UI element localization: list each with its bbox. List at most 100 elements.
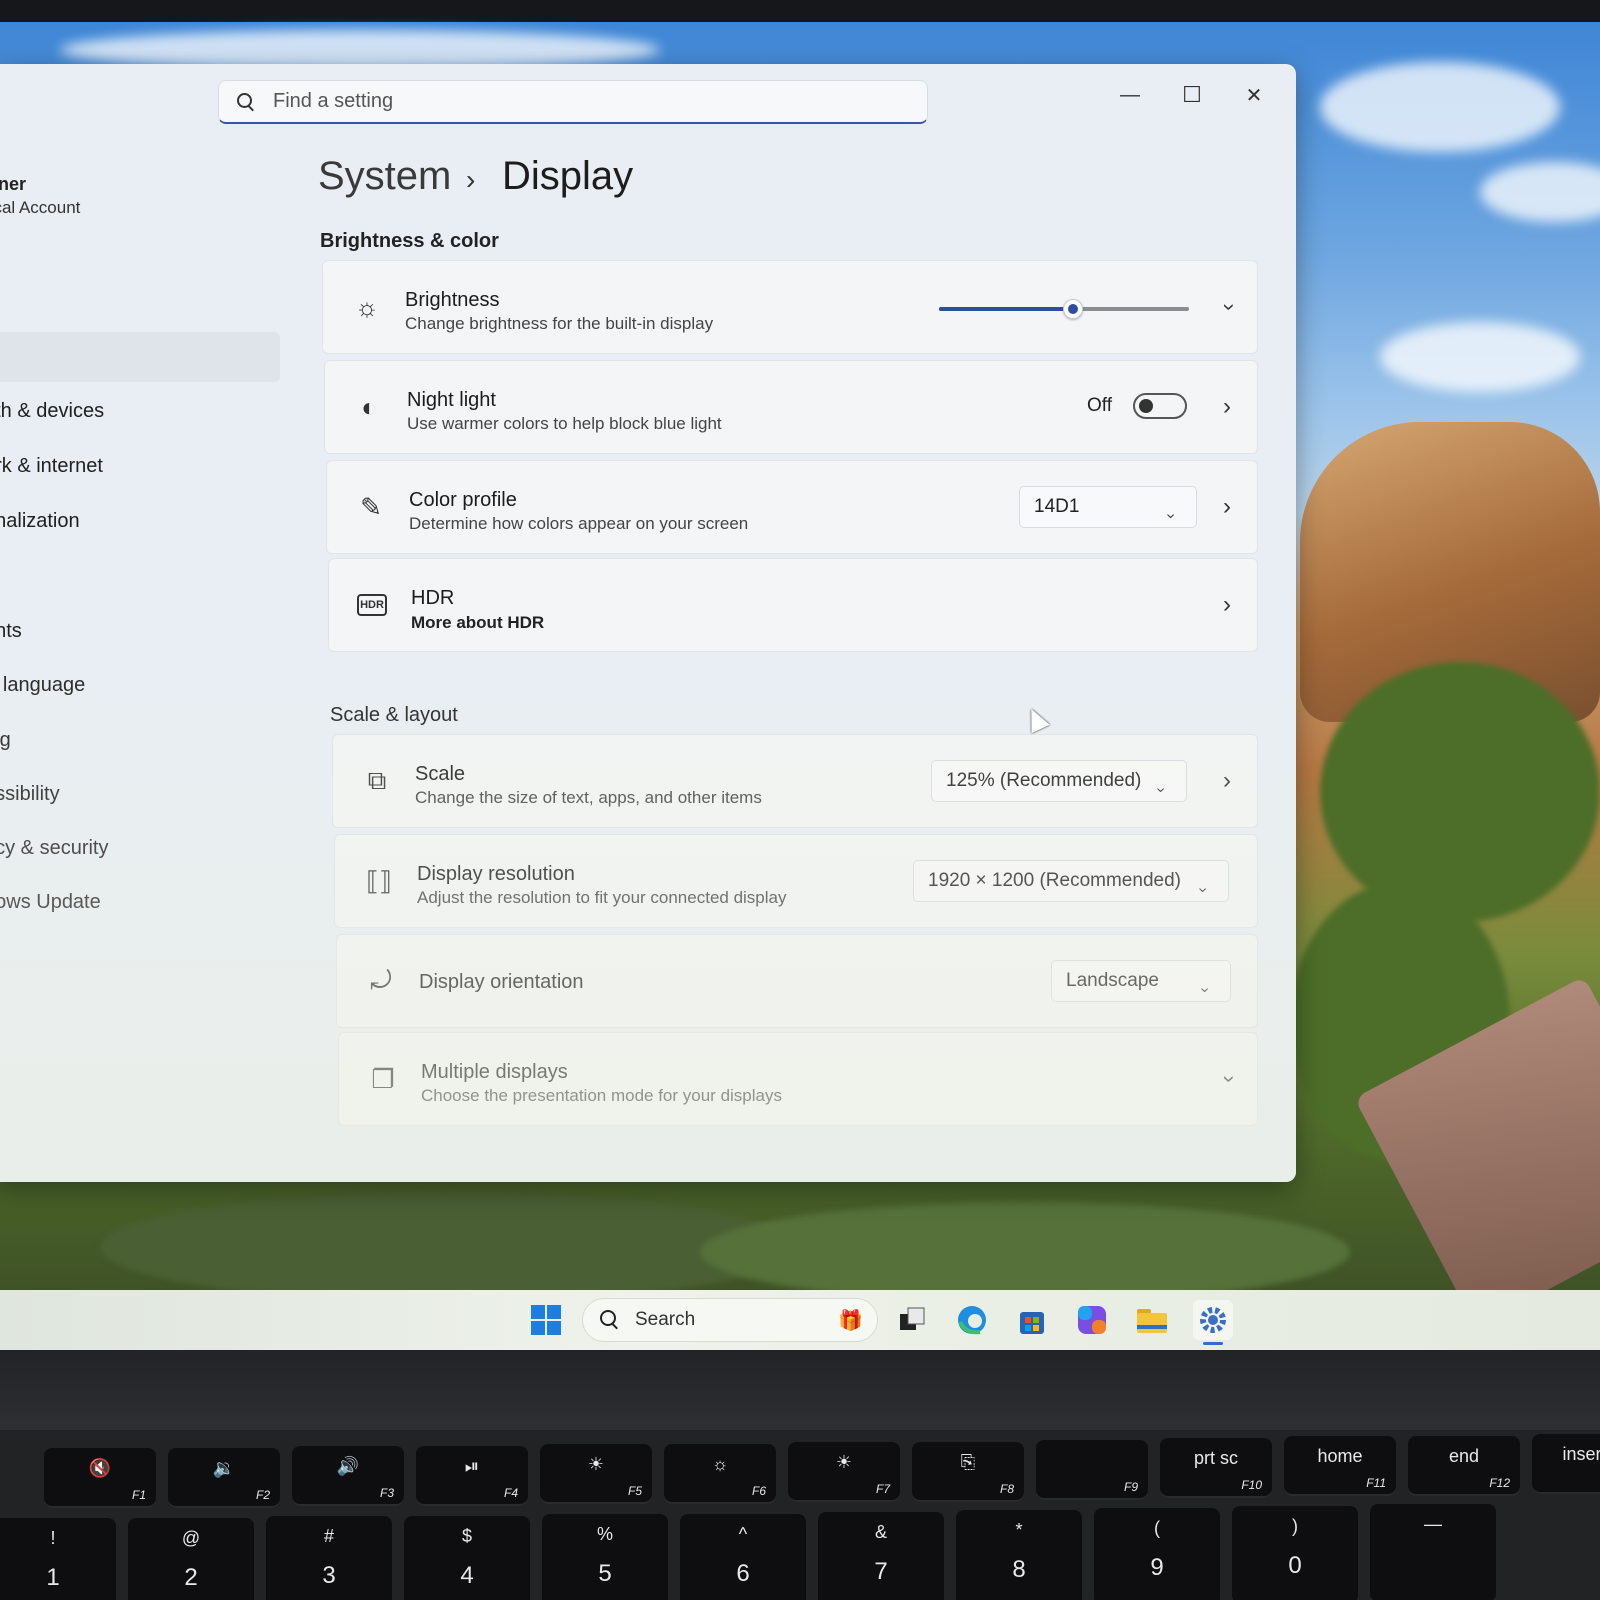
orientation-icon: ⤾ (370, 965, 392, 995)
taskbar-search[interactable]: Search 🎁 (582, 1298, 878, 1342)
key-5[interactable]: % 5 (542, 1514, 668, 1600)
key-label: 8 (1012, 1556, 1026, 1583)
key-1[interactable]: ! 1 (0, 1518, 116, 1600)
brightness-slider-fill (939, 307, 1072, 311)
brightness-title: Brightness (405, 289, 500, 311)
brightness-card[interactable]: ☼ Brightness Change brightness for the b… (322, 260, 1258, 354)
brightness-up-icon: ☀ (835, 1452, 853, 1472)
key-insert[interactable]: inser (1532, 1434, 1600, 1494)
key-0[interactable]: ) 0 (1232, 1506, 1358, 1600)
sidebar-item-gaming[interactable]: ing (0, 729, 11, 752)
key-f10[interactable]: prt sc F10 (1160, 1438, 1272, 1498)
key-minus[interactable]: — (1370, 1504, 1496, 1600)
copilot-button[interactable] (1072, 1300, 1112, 1340)
orientation-card[interactable]: ⤾ Display orientation Landscape › (336, 934, 1258, 1028)
resolution-dropdown[interactable]: 1920 × 1200 (Recommended) › (913, 860, 1229, 902)
key-7[interactable]: & 7 (818, 1512, 944, 1600)
hdr-link[interactable]: More about HDR (411, 613, 544, 633)
photo-scene: — ☐ ✕ wner ocal Account m oth & devices … (0, 0, 1600, 1600)
section-title-scale-layout: Scale & layout (330, 704, 458, 726)
key-4[interactable]: $ 4 (404, 1516, 530, 1600)
find-setting-search[interactable] (218, 80, 928, 124)
key-label: home (1317, 1446, 1363, 1466)
close-button[interactable]: ✕ (1232, 78, 1276, 112)
key-f5[interactable]: ☀ F5 (540, 1444, 652, 1504)
key-f11[interactable]: home F11 (1284, 1436, 1396, 1496)
chevron-down-icon[interactable]: › (1216, 303, 1242, 310)
key-8[interactable]: * 8 (956, 1510, 1082, 1600)
key-9[interactable]: ( 9 (1094, 1508, 1220, 1600)
task-view-button[interactable] (892, 1300, 932, 1340)
key-f3[interactable]: 🔊 F3 (292, 1446, 404, 1506)
key-6[interactable]: ^ 6 (680, 1514, 806, 1600)
sidebar-item-system[interactable]: m (0, 346, 1, 369)
store-button[interactable] (1012, 1300, 1052, 1340)
screen-bezel-top (0, 0, 1600, 24)
account-name: wner (0, 174, 27, 194)
key-f2[interactable]: 🔉 F2 (168, 1448, 280, 1508)
start-button[interactable] (526, 1300, 566, 1340)
key-f8[interactable]: ⎘ F8 (912, 1442, 1024, 1502)
hdr-card[interactable]: HDR HDR More about HDR › (328, 558, 1258, 652)
hdr-icon: HDR (357, 594, 387, 616)
night-light-card[interactable]: ◐ Night light Use warmer colors to help … (324, 360, 1258, 454)
chevron-down-icon[interactable]: › (1216, 1075, 1242, 1082)
sidebar-item-time-language[interactable]: & language (0, 674, 85, 697)
color-profile-card[interactable]: ✎ Color profile Determine how colors app… (326, 460, 1258, 554)
night-light-toggle[interactable] (1133, 393, 1187, 419)
sidebar-item-network[interactable]: ork & internet (0, 455, 103, 478)
key-label: F6 (751, 1484, 766, 1498)
chevron-right-icon[interactable]: › (1223, 393, 1231, 421)
key-3[interactable]: # 3 (266, 1516, 392, 1600)
laptop-keyboard: 🔇 F1 🔇 F1 🔉 F2 🔊 F3 ⏯ F4 ☀ F5 ☼ F6 ☀ (0, 1430, 1600, 1600)
sidebar-item-privacy[interactable]: acy & security (0, 837, 108, 860)
chevron-right-icon[interactable]: › (1223, 493, 1231, 521)
multiple-displays-card[interactable]: ❐ Multiple displays Choose the presentat… (338, 1032, 1258, 1126)
key-label: 1 (46, 1564, 60, 1591)
resolution-subtitle: Adjust the resolution to fit your connec… (417, 888, 787, 907)
scale-icon: ⧉ (367, 765, 387, 795)
breadcrumb-separator: › (466, 164, 476, 195)
key-label: F7 (875, 1482, 890, 1496)
key-f12[interactable]: end F12 (1408, 1436, 1520, 1496)
orientation-value: Landscape (1066, 970, 1159, 991)
cloud (1380, 322, 1580, 392)
sidebar-item-accounts[interactable]: unts (0, 620, 22, 643)
night-light-subtitle: Use warmer colors to help block blue lig… (407, 414, 722, 433)
brightness-slider-thumb[interactable] (1063, 299, 1083, 319)
sidebar-item-personalization[interactable]: onalization (0, 510, 80, 533)
brightness-down-icon: ☼ (711, 1454, 729, 1474)
scale-card[interactable]: ⧉ Scale Change the size of text, apps, a… (332, 734, 1258, 828)
breadcrumb-parent[interactable]: System (318, 154, 451, 199)
edge-button[interactable] (952, 1300, 992, 1340)
key-label: inser (1562, 1444, 1600, 1464)
key-f1[interactable]: 🔇 F1 (44, 1448, 156, 1508)
key-2[interactable]: @ 2 (128, 1518, 254, 1600)
search-input[interactable] (271, 89, 875, 114)
chevron-right-icon[interactable]: › (1223, 591, 1231, 619)
chevron-down-icon: › (1152, 787, 1170, 793)
key-label: prt sc (1193, 1448, 1238, 1468)
key-f7[interactable]: ☀ F7 (788, 1442, 900, 1502)
key-f9[interactable]: F9 (1036, 1440, 1148, 1500)
file-explorer-button[interactable] (1132, 1300, 1172, 1340)
minimize-button[interactable]: — (1108, 78, 1152, 112)
sidebar-item-accessibility[interactable]: essibility (0, 783, 60, 806)
sidebar-item-windows-update[interactable]: dows Update (0, 891, 101, 914)
orientation-dropdown[interactable]: Landscape › (1051, 960, 1231, 1002)
key-f6[interactable]: ☼ F6 (664, 1444, 776, 1504)
copilot-icon (1078, 1306, 1106, 1334)
scale-dropdown[interactable]: 125% (Recommended) › (931, 760, 1187, 802)
taskbar-search-label: Search (635, 1309, 696, 1330)
key-f4[interactable]: ⏯ F4 (416, 1446, 528, 1506)
chevron-right-icon[interactable]: › (1223, 767, 1231, 795)
settings-taskbar-button[interactable] (1193, 1300, 1233, 1340)
settings-window: — ☐ ✕ wner ocal Account m oth & devices … (0, 64, 1296, 1182)
color-profile-dropdown[interactable]: 14D1 › (1019, 486, 1197, 528)
key-label: F8 (999, 1482, 1014, 1496)
maximize-button[interactable]: ☐ (1170, 78, 1214, 112)
resolution-card[interactable]: ⟦⟧ Display resolution Adjust the resolut… (334, 834, 1258, 928)
key-label: # (323, 1526, 334, 1546)
key-label: F1 (131, 1488, 146, 1502)
sidebar-item-bluetooth[interactable]: oth & devices (0, 400, 104, 423)
